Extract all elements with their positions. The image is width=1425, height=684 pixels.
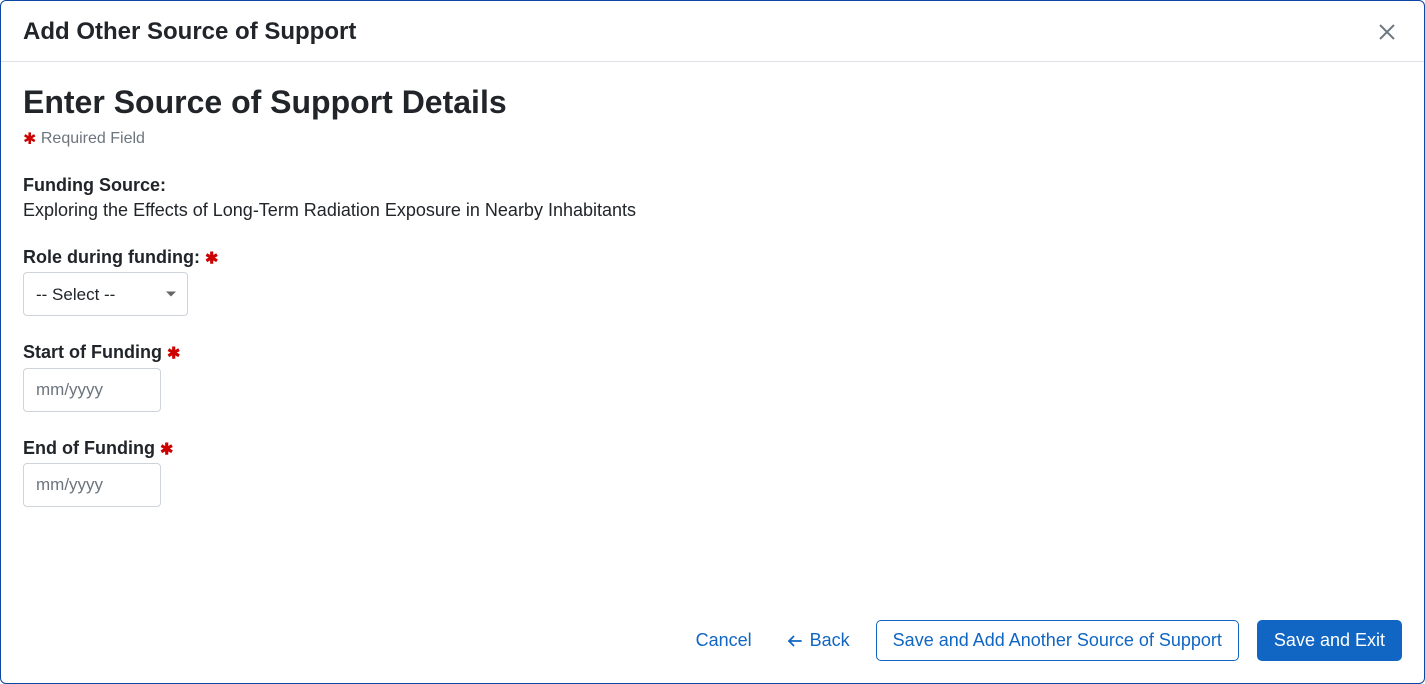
back-label: Back — [810, 630, 850, 651]
cancel-button[interactable]: Cancel — [688, 624, 760, 657]
funding-source-label: Funding Source: — [23, 175, 1402, 196]
modal-body: Enter Source of Support Details ✱ Requir… — [1, 62, 1424, 600]
role-select-wrap: -- Select -- — [23, 272, 188, 316]
role-label-text: Role during funding: — [23, 247, 200, 267]
role-label: Role during funding: ✱ — [23, 247, 1402, 268]
close-button[interactable] — [1372, 17, 1402, 47]
start-label: Start of Funding ✱ — [23, 342, 1402, 363]
page-heading: Enter Source of Support Details — [23, 84, 1402, 121]
modal-header: Add Other Source of Support — [1, 1, 1424, 62]
start-of-funding-input[interactable] — [23, 368, 161, 412]
end-label: End of Funding ✱ — [23, 438, 1402, 459]
cancel-label: Cancel — [696, 630, 752, 651]
modal-footer: Cancel Back Save and Add Another Source … — [1, 600, 1424, 683]
back-button[interactable]: Back — [778, 624, 858, 657]
required-note-text: Required Field — [41, 130, 145, 147]
save-add-button[interactable]: Save and Add Another Source of Support — [876, 620, 1239, 661]
start-block: Start of Funding ✱ — [23, 342, 1402, 411]
save-exit-label: Save and Exit — [1274, 630, 1385, 650]
funding-source-value: Exploring the Effects of Long-Term Radia… — [23, 200, 1402, 221]
required-star-icon: ✱ — [167, 346, 180, 363]
funding-source-block: Funding Source: Exploring the Effects of… — [23, 175, 1402, 221]
end-block: End of Funding ✱ — [23, 438, 1402, 507]
end-of-funding-input[interactable] — [23, 463, 161, 507]
required-star-icon: ✱ — [160, 441, 173, 458]
required-star-icon: ✱ — [23, 131, 36, 148]
modal-title: Add Other Source of Support — [23, 18, 356, 46]
role-select[interactable]: -- Select -- — [23, 272, 188, 316]
required-star-icon: ✱ — [205, 250, 218, 267]
required-note: ✱ Required Field — [23, 129, 1402, 149]
end-label-text: End of Funding — [23, 438, 155, 458]
start-label-text: Start of Funding — [23, 342, 162, 362]
role-block: Role during funding: ✱ -- Select -- — [23, 247, 1402, 316]
close-icon — [1376, 31, 1398, 46]
arrow-left-icon — [786, 632, 804, 650]
modal-dialog: Add Other Source of Support Enter Source… — [0, 0, 1425, 684]
save-add-label: Save and Add Another Source of Support — [893, 630, 1222, 650]
save-exit-button[interactable]: Save and Exit — [1257, 620, 1402, 661]
